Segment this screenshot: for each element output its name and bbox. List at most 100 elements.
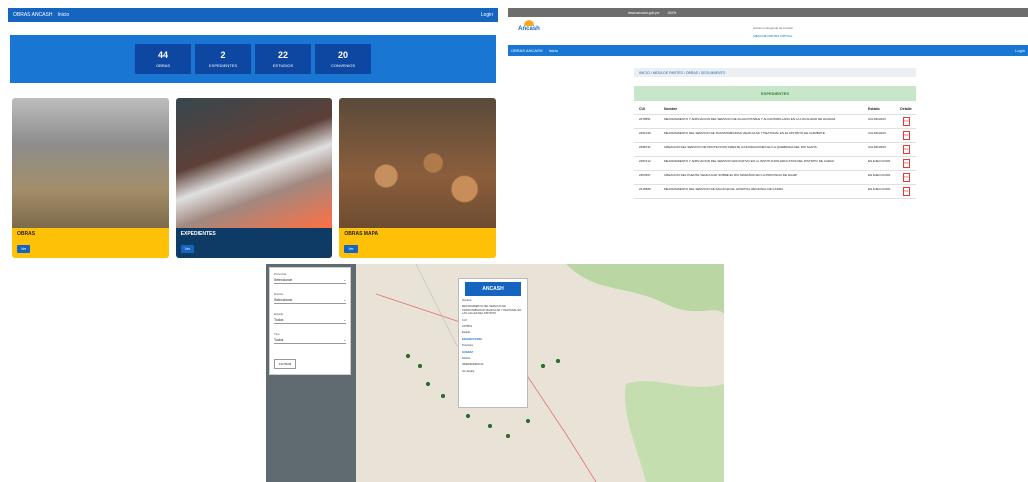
filter-provincia: Provincia Seleccionar ⌄ bbox=[274, 272, 346, 284]
stat-value: 20 bbox=[337, 50, 348, 60]
login-link[interactable]: Login bbox=[481, 12, 493, 18]
cell-cui: 2478551 bbox=[639, 116, 651, 121]
map-marker[interactable] bbox=[426, 382, 430, 386]
brand-title[interactable]: OBRAS ANCASH bbox=[511, 48, 543, 53]
table-row: 2415589 MEJORAMIENTO DEL SERVICIO DE SALU… bbox=[634, 185, 916, 199]
address-bar[interactable]: www.ancash.gob.pe bbox=[628, 11, 659, 15]
browser-bar: www.ancash.gob.pe 100% bbox=[508, 8, 1028, 17]
stat-label: CONVENIOS bbox=[330, 63, 355, 68]
breadcrumb[interactable]: INICIO / MESA DE PARTES / OBRAS / SEGUIM… bbox=[634, 68, 916, 77]
card-view-button[interactable]: Ver bbox=[180, 245, 194, 253]
stat-expedientes: 2 EXPEDIENTES bbox=[195, 44, 251, 74]
map-marker[interactable] bbox=[541, 364, 545, 368]
pdf-icon[interactable]: PDF bbox=[902, 172, 910, 182]
cell-cui: 2498741 bbox=[639, 144, 651, 149]
chevron-down-icon: ⌄ bbox=[343, 337, 346, 342]
stat-value: 22 bbox=[277, 50, 288, 60]
stat-estudios: 22 ESTUDIOS bbox=[255, 44, 311, 74]
card-view-button[interactable]: Ver bbox=[344, 245, 358, 253]
chevron-down-icon: ⌄ bbox=[343, 297, 346, 302]
login-link[interactable]: Login bbox=[1015, 48, 1025, 53]
tipo-select[interactable]: Todos ⌄ bbox=[274, 336, 346, 344]
top-navbar: OBRAS ANCASH Inicio Login bbox=[8, 8, 498, 22]
distrito-select[interactable]: Seleccionar ⌄ bbox=[274, 296, 346, 304]
cell-estado: EN EJECUCION bbox=[868, 186, 891, 191]
zoom-level: 100% bbox=[667, 10, 677, 15]
provincia-select[interactable]: Seleccionar ⌄ bbox=[274, 276, 346, 284]
col-nombre: Nombre bbox=[664, 107, 678, 111]
stats-bar: 44 OBRAS 2 EXPEDIENTES 22 ESTUDIOS 20 CONVEN… bbox=[10, 35, 496, 83]
nav-home-link[interactable]: Inicio bbox=[57, 12, 69, 18]
select-value: Seleccionar bbox=[274, 277, 293, 282]
pdf-icon[interactable]: PDF bbox=[902, 116, 910, 126]
expedientes-table: CUI Nombre Estado Detalle 2478551 MEJORAM… bbox=[634, 105, 916, 199]
map-marker[interactable] bbox=[441, 394, 445, 398]
filter-panel: Provincia Seleccionar ⌄ Distrito Selecciona… bbox=[269, 267, 351, 375]
filter-tipo: Tipo Todos ⌄ bbox=[274, 332, 346, 344]
top-navbar: OBRAS ANCASH Inicio Login bbox=[508, 45, 1028, 56]
map-marker[interactable] bbox=[506, 434, 510, 438]
popup-row: Provincia: bbox=[462, 344, 474, 348]
brand-title[interactable]: OBRAS ANCASH bbox=[13, 12, 52, 18]
col-detalle: Detalle bbox=[900, 107, 912, 111]
cell-name: MEJORAMIENTO DEL SERVICIO DE TRANSITABIL… bbox=[664, 130, 825, 135]
cell-name: CREACION DEL PUENTE VEHICULAR SOBRE EL R… bbox=[664, 172, 798, 177]
popup-logo: ANCASH bbox=[465, 282, 521, 296]
table-row: 2487412 MEJORAMIENTO Y AMPLIACION DEL SER… bbox=[634, 157, 916, 171]
map-marker[interactable] bbox=[526, 419, 530, 423]
popup-row: EN EJECUCION bbox=[462, 337, 482, 341]
pdf-icon[interactable]: PDF bbox=[902, 158, 910, 168]
stat-label: ESTUDIOS bbox=[272, 63, 294, 68]
cell-cui: 2451236 bbox=[639, 130, 651, 135]
map-marker[interactable] bbox=[418, 364, 422, 368]
table-row: 2478551 MEJORAMIENTO Y AMPLIACION DEL SER… bbox=[634, 115, 916, 129]
stat-value: 44 bbox=[157, 50, 168, 60]
estado-select[interactable]: Todos ⌄ bbox=[274, 316, 346, 324]
stat-obras: 44 OBRAS bbox=[135, 44, 191, 74]
popup-detail-link[interactable]: Ver detalle bbox=[462, 370, 524, 373]
ancash-logo: Ancash bbox=[514, 20, 544, 40]
expedientes-screen: www.ancash.gob.pe 100% Ancash Gobierno R… bbox=[508, 8, 1028, 258]
chevron-down-icon: ⌄ bbox=[343, 317, 346, 322]
cell-estado: EN EJECUCION bbox=[868, 158, 891, 163]
card-obras-mapa[interactable]: OBRAS MAPA Ver bbox=[339, 98, 497, 258]
cell-name: MEJORAMIENTO Y AMPLIACION DEL SERVICIO E… bbox=[664, 158, 834, 163]
nav-home-link[interactable]: Inicio bbox=[549, 48, 558, 53]
select-value: Todos bbox=[274, 317, 284, 322]
card-view-button[interactable]: Ver bbox=[17, 245, 31, 253]
popup-row: Nombre: bbox=[462, 299, 472, 302]
header-info: Gobierno Regional de Ancash MESA DE PART… bbox=[708, 26, 838, 38]
pdf-icon[interactable]: PDF bbox=[902, 144, 910, 154]
map-marker[interactable] bbox=[556, 359, 560, 363]
popup-row: Distrito: bbox=[462, 357, 471, 361]
header-link[interactable]: MESA DE PARTES VIRTUAL bbox=[708, 34, 838, 38]
table-row: 2498741 CREACION DEL SERVICIO DE PROTECCI… bbox=[634, 143, 916, 157]
filter-button[interactable]: FILTRAR bbox=[274, 359, 297, 369]
card-obras[interactable]: OBRAS Ver bbox=[12, 98, 169, 258]
card-title: OBRAS MAPA bbox=[344, 231, 379, 237]
map-marker[interactable] bbox=[466, 414, 470, 418]
filter-estado: Estado Todos ⌄ bbox=[274, 312, 346, 324]
pdf-icon[interactable]: PDF bbox=[902, 186, 910, 196]
pdf-icon[interactable]: PDF bbox=[902, 130, 910, 140]
filter-distrito: Distrito Seleccionar ⌄ bbox=[274, 292, 346, 304]
cell-name: MEJORAMIENTO DEL SERVICIO DE SALUD EN EL… bbox=[664, 186, 784, 191]
popup-row: MEJORAMIENTO DEL SERVICIO DE TRANSITABIL… bbox=[462, 305, 522, 316]
card-title: OBRAS bbox=[17, 231, 36, 237]
card-expedientes[interactable]: EXPEDIENTES Ver bbox=[175, 98, 333, 258]
map-marker[interactable] bbox=[488, 424, 492, 428]
popup-row: CUI: bbox=[462, 318, 468, 322]
stat-value: 2 bbox=[220, 50, 226, 60]
select-value: Seleccionar bbox=[274, 297, 293, 302]
popup-row: INDEPENDENCIA bbox=[462, 363, 484, 367]
cell-cui: 2487412 bbox=[639, 158, 651, 163]
cell-name: MEJORAMIENTO Y AMPLIACION DEL SERVICIO D… bbox=[664, 116, 836, 121]
card-title: EXPEDIENTES bbox=[180, 231, 216, 237]
construction-photo bbox=[12, 98, 169, 228]
cell-estado: CULMINADO bbox=[868, 144, 887, 149]
map-screen: Provincia Seleccionar ⌄ Distrito Selecciona… bbox=[266, 264, 724, 482]
marker-popup: ANCASH Nombre: MEJORAMIENTO DEL SERVICIO… bbox=[458, 278, 528, 408]
table-row: 2451236 MEJORAMIENTO DEL SERVICIO DE TRAN… bbox=[634, 129, 916, 143]
map-marker[interactable] bbox=[406, 354, 410, 358]
popup-row: Estado: bbox=[462, 331, 471, 335]
